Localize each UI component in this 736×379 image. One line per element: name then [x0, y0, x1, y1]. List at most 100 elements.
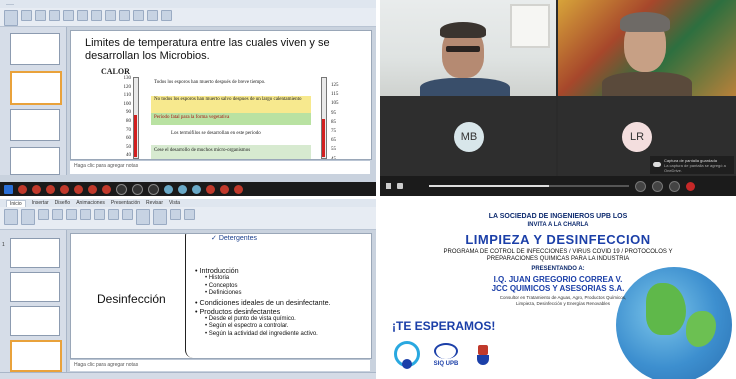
taskbar-app-icon[interactable]: [164, 184, 173, 194]
q1-notes-pane[interactable]: Haga clic para agregar notas: [70, 160, 370, 174]
taskbar-app-icon[interactable]: [220, 184, 229, 194]
q3-item-text: Introducción: [199, 266, 239, 275]
q3-notes-pane[interactable]: Haga clic para agregar notas: [70, 359, 370, 371]
q3-tab-review[interactable]: Revisar: [146, 200, 163, 206]
q4-logo-upb-seal: [474, 345, 492, 369]
taskbar-app-icon[interactable]: [192, 184, 201, 194]
q3-paste-icon[interactable]: [4, 209, 18, 225]
q1-tab-home[interactable]: [6, 3, 14, 5]
q2-participant-tile-mb[interactable]: MB: [380, 96, 556, 176]
scale-tick: 55: [331, 147, 336, 153]
q2-video-tile-2[interactable]: [558, 0, 736, 96]
taskbar-app-icon[interactable]: [74, 184, 83, 194]
q3-slide-thumbnail[interactable]: [10, 238, 60, 268]
q2-video-tile-1[interactable]: [380, 0, 556, 96]
q3-tab-home[interactable]: Inicio: [6, 199, 26, 207]
scale-tick: 115: [331, 92, 339, 98]
q3-find-icon[interactable]: [170, 209, 181, 220]
q1-powerpoint-window: Limites de temperatura entre las cuales …: [0, 0, 376, 196]
q2-person-2-body: [602, 72, 692, 96]
q2-participant-tile-lr[interactable]: LR Captura de pantalla guardada La captu…: [558, 96, 736, 176]
q1-band: No todos los esporos han muerto salvo de…: [151, 96, 311, 113]
q3-bullets-icon[interactable]: [94, 209, 105, 220]
q1-paste-icon[interactable]: [4, 10, 18, 26]
scale-tick: 50: [126, 144, 131, 150]
q1-find-icon[interactable]: [161, 10, 172, 21]
taskbar-app-icon[interactable]: [132, 183, 143, 195]
scale-tick: 105: [331, 101, 339, 107]
q3-slide-thumbnail-selected[interactable]: [10, 340, 62, 372]
q3-thumbnail-pane: 1: [0, 230, 67, 372]
camera-icon[interactable]: [652, 180, 663, 192]
q3-shapes-icon[interactable]: [136, 209, 150, 225]
q2-progress-bar[interactable]: [429, 185, 629, 187]
scale-tick: 65: [331, 138, 336, 144]
q2-avatar-lr: LR: [622, 122, 652, 152]
q1-new-slide-icon[interactable]: [49, 10, 60, 21]
q3-underline-icon[interactable]: [80, 209, 91, 220]
q1-slide-thumbnail[interactable]: [10, 33, 60, 65]
q1-thumbnail-pane: [0, 27, 67, 175]
q3-italic-icon[interactable]: [66, 209, 77, 220]
q3-bold-icon[interactable]: [52, 209, 63, 220]
q4-globe-land: [686, 311, 716, 347]
scale-tick: 100: [123, 101, 132, 107]
share-icon[interactable]: [669, 180, 680, 192]
q1-taskbar: [0, 182, 376, 196]
q2-notification-toast[interactable]: Captura de pantalla guardada La captura …: [650, 156, 734, 174]
q4-subtitle2: PREPARACIONES QUIMICAS PARA LA INDUSTRIA: [486, 256, 630, 262]
start-icon[interactable]: [4, 184, 13, 194]
q1-slide-title: Limites de temperatura entre las cuales …: [85, 37, 330, 62]
q3-numbering-icon[interactable]: [108, 209, 119, 220]
q1-bold-icon[interactable]: [77, 10, 88, 21]
q3-tab-view[interactable]: Vista: [169, 200, 180, 206]
q1-italic-icon[interactable]: [91, 10, 102, 21]
taskbar-app-icon[interactable]: [116, 183, 127, 195]
q1-shape-icon[interactable]: [133, 10, 144, 21]
check-icon: ✓: [211, 235, 217, 242]
q1-slide-thumbnail[interactable]: [10, 109, 60, 141]
q3-align-icon[interactable]: [122, 209, 133, 220]
taskbar-app-icon[interactable]: [234, 184, 243, 194]
q3-powerpoint-window: Inicio Insertar Diseño Animaciones Prese…: [0, 199, 376, 379]
q1-layout-icon[interactable]: [63, 10, 74, 21]
taskbar-app-icon[interactable]: [206, 184, 215, 194]
q3-slide-thumbnail[interactable]: [10, 272, 60, 302]
q3-new-slide-icon[interactable]: [21, 209, 35, 225]
q1-slide-thumbnail[interactable]: [10, 147, 60, 175]
volume-icon[interactable]: [397, 183, 403, 189]
q3-item-text: Según la actividad del ingrediente activ…: [208, 330, 318, 337]
q3-tab-insert[interactable]: Insertar: [32, 200, 49, 206]
taskbar-app-icon[interactable]: [88, 184, 97, 194]
play-icon[interactable]: [386, 183, 391, 189]
taskbar-app-icon[interactable]: [46, 184, 55, 194]
q1-align-icon[interactable]: [119, 10, 130, 21]
mic-icon[interactable]: [635, 180, 646, 192]
q1-arrange-icon[interactable]: [147, 10, 158, 21]
taskbar-app-icon[interactable]: [60, 184, 69, 194]
taskbar-app-icon[interactable]: [102, 184, 111, 194]
q1-slide-canvas: Limites de temperatura entre las cuales …: [70, 30, 372, 160]
q1-underline-icon[interactable]: [105, 10, 116, 21]
q3-slide-thumbnail[interactable]: [10, 306, 60, 336]
taskbar-app-icon[interactable]: [32, 184, 41, 194]
q3-tab-animations[interactable]: Animaciones: [76, 200, 105, 206]
taskbar-app-icon[interactable]: [148, 183, 159, 195]
q2-notification-sub: La captura de pantalla se agregó a OneDr…: [664, 163, 726, 173]
q3-replace-icon[interactable]: [184, 209, 195, 220]
q3-tab-design[interactable]: Diseño: [55, 200, 71, 206]
q3-layout-icon[interactable]: [38, 209, 49, 220]
q3-item-text: Conceptos: [208, 282, 238, 289]
taskbar-app-icon[interactable]: [178, 184, 187, 194]
q3-arrange-icon[interactable]: [153, 209, 167, 225]
hangup-icon[interactable]: [686, 181, 695, 191]
q1-slide-thumbnail-selected[interactable]: [10, 71, 62, 105]
q1-ribbon-tabs: [0, 0, 376, 8]
q4-logo-siq-text: SIQ UPB: [433, 361, 459, 367]
q1-band: Todos los esporos han muerto después de …: [151, 79, 311, 96]
taskbar-app-icon[interactable]: [18, 184, 27, 194]
q1-copy-icon[interactable]: [35, 10, 46, 21]
q1-cut-icon[interactable]: [21, 10, 32, 21]
q3-tab-slideshow[interactable]: Presentación: [111, 200, 140, 206]
q4-header-line1: LA SOCIEDAD DE INGENIEROS UPB LOS: [488, 213, 628, 220]
